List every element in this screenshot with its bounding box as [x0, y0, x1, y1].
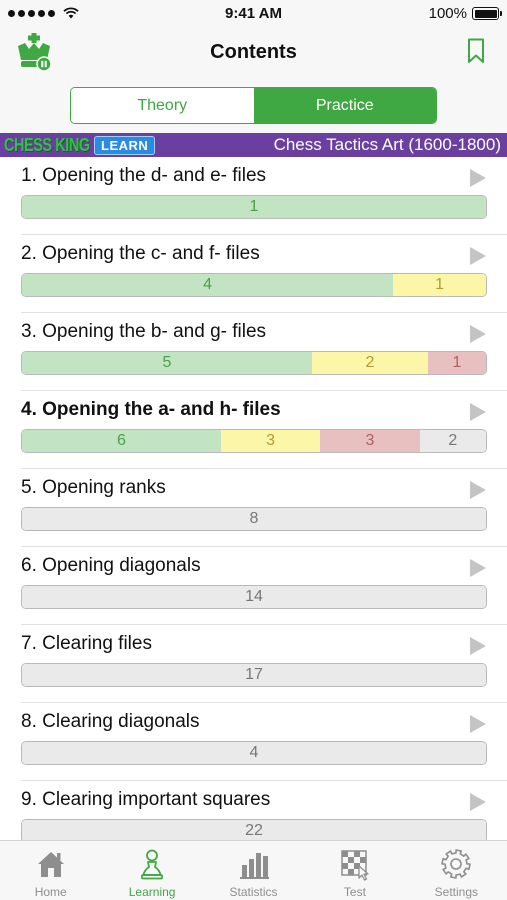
chapter-title: 2. Opening the c- and f- files	[21, 243, 260, 264]
progress-bar: 521	[21, 351, 487, 375]
status-bar: 9:41 AM 100%	[0, 0, 507, 28]
progress-bar: 8	[21, 507, 487, 531]
chapter-title: 9. Clearing important squares	[21, 789, 271, 810]
progress-bar: 17	[21, 663, 487, 687]
progress-segment-green: 5	[22, 352, 312, 374]
progress-segment-green: 4	[22, 274, 394, 296]
course-banner: CHESS KING LEARN Chess Tactics Art (1600…	[0, 133, 507, 157]
progress-bar: 14	[21, 585, 487, 609]
course-title: Chess Tactics Art (1600-1800)	[273, 135, 501, 154]
tab-bar: Home Learning Statistics Test Settings	[0, 840, 507, 900]
theory-practice-segmented-control: Theory Practice	[70, 87, 437, 124]
tab-statistics[interactable]: Statistics	[203, 841, 304, 900]
chapter-row[interactable]: 3. Opening the b- and g- files 5 2 1	[0, 313, 507, 391]
chapter-list[interactable]: 1. Opening the d- and e- files 1 2. Openin…	[0, 157, 507, 840]
play-icon[interactable]	[469, 792, 487, 812]
chapter-row[interactable]: 5. Opening ranks 8	[0, 469, 507, 547]
progress-segment-yellow: 2	[312, 352, 428, 374]
tab-label: Statistics	[229, 885, 278, 899]
learn-badge: LEARN	[94, 135, 156, 155]
play-icon[interactable]	[469, 246, 487, 266]
tab-label: Settings	[434, 885, 478, 899]
progress-segment-gray: 4	[22, 742, 486, 764]
progress-bar: 22	[21, 819, 487, 840]
tab-label: Test	[343, 885, 366, 899]
progress-segment-gray: 14	[22, 586, 486, 608]
chapter-title: 6. Opening diagonals	[21, 555, 201, 576]
progress-bar: 41	[21, 273, 487, 297]
chapter-row[interactable]: 6. Opening diagonals 14	[0, 547, 507, 625]
chapter-row[interactable]: 7. Clearing files 17	[0, 625, 507, 703]
tab-settings[interactable]: Settings	[406, 841, 507, 900]
progress-segment-gray: 8	[22, 508, 486, 530]
chapter-title: 1. Opening the d- and e- files	[21, 165, 267, 186]
pawn-icon	[141, 849, 164, 880]
chapter-row[interactable]: 1. Opening the d- and e- files 1	[0, 157, 507, 235]
segment-theory[interactable]: Theory	[71, 88, 254, 123]
progress-segment-green: 6	[22, 430, 221, 452]
segmented-control-area: Theory Practice	[0, 78, 507, 133]
chapter-title: 5. Opening ranks	[21, 477, 166, 498]
chapter-row[interactable]: 9. Clearing important squares 22	[0, 781, 507, 840]
chapter-title: 3. Opening the b- and g- files	[21, 321, 267, 342]
progress-segment-gray: 2	[419, 430, 486, 452]
progress-bar: 6332	[21, 429, 487, 453]
play-icon[interactable]	[469, 168, 487, 188]
progress-segment-red: 3	[320, 430, 420, 452]
chapter-row[interactable]: 2. Opening the c- and f- files 4 1	[0, 235, 507, 313]
battery-icon	[472, 7, 502, 20]
progress-segment-green: 1	[22, 196, 486, 218]
chapter-title: 8. Clearing diagonals	[21, 711, 200, 732]
chess-king-brand: CHESS KING	[4, 134, 90, 155]
navigation-bar: Contents	[0, 28, 507, 78]
play-icon[interactable]	[469, 402, 487, 422]
chapter-row[interactable]: 8. Clearing diagonals 4	[0, 703, 507, 781]
progress-segment-red: 1	[428, 352, 486, 374]
segment-practice[interactable]: Practice	[253, 88, 436, 123]
status-right: 100%	[428, 5, 502, 22]
battery-percent: 100%	[428, 5, 467, 22]
chapter-title: 4. Opening the a- and h- files	[21, 399, 281, 420]
checkered-board-icon	[341, 850, 369, 881]
tab-home[interactable]: Home	[0, 841, 101, 900]
progress-segment-gray: 22	[22, 820, 486, 840]
tab-label: Home	[34, 885, 67, 899]
tab-test[interactable]: Test	[304, 841, 405, 900]
play-icon[interactable]	[469, 480, 487, 500]
home-icon	[37, 852, 64, 877]
play-icon[interactable]	[469, 714, 487, 734]
tab-label: Learning	[128, 885, 176, 899]
chapter-title: 7. Clearing files	[21, 633, 152, 654]
progress-bar: 4	[21, 741, 487, 765]
play-icon[interactable]	[469, 558, 487, 578]
progress-bar: 1	[21, 195, 487, 219]
play-icon[interactable]	[469, 636, 487, 656]
gear-icon	[441, 849, 472, 879]
progress-segment-yellow: 1	[393, 274, 486, 296]
progress-segment-gray: 17	[22, 664, 486, 686]
chapter-row[interactable]: 4. Opening the a- and h- files 6 3 3 2	[0, 391, 507, 469]
bookmark-icon[interactable]	[467, 38, 485, 64]
page-title: Contents	[210, 41, 297, 63]
bar-chart-icon	[239, 853, 269, 879]
tab-learning[interactable]: Learning	[101, 841, 202, 900]
progress-segment-yellow: 3	[220, 430, 321, 452]
play-icon[interactable]	[469, 324, 487, 344]
